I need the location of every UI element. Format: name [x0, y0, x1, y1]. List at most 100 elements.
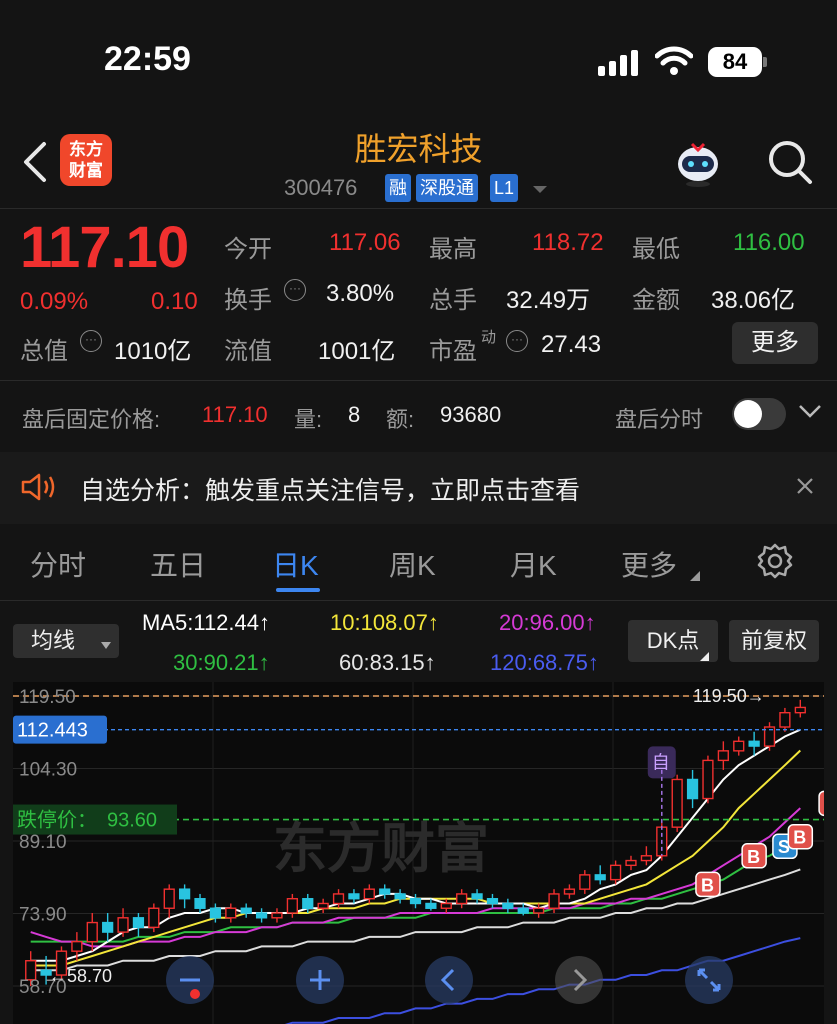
turnover-label: 换手	[224, 287, 272, 314]
float-label: 流值	[224, 338, 272, 365]
candle-body	[271, 912, 283, 919]
scroll-right-button[interactable]	[555, 956, 603, 1004]
candle-body	[348, 893, 360, 900]
settings-gear-icon[interactable]	[756, 542, 794, 585]
divider	[0, 208, 837, 209]
candle-body	[794, 706, 806, 714]
scroll-left-button[interactable]	[425, 956, 473, 1004]
candle-body	[548, 893, 560, 909]
tab-more[interactable]: 更多	[621, 544, 677, 584]
tab-intraday[interactable]: 分时	[30, 544, 86, 584]
turnover-value: 3.80%	[326, 280, 395, 307]
candle-body	[86, 921, 98, 943]
more-button[interactable]: 更多	[732, 322, 818, 364]
close-icon[interactable]	[795, 476, 815, 501]
candle-body	[779, 711, 791, 728]
float-value: 1001亿	[318, 338, 396, 365]
candle-body	[255, 912, 268, 919]
active-tab-indicator	[276, 588, 320, 592]
chevron-right-icon	[573, 968, 588, 992]
corner-caret-icon	[690, 568, 700, 586]
candle-body	[379, 888, 391, 895]
candle-body	[517, 907, 529, 914]
candle-body	[163, 888, 175, 909]
candle-body	[240, 907, 252, 914]
volume-value: 32.49万	[506, 287, 591, 314]
info-icon[interactable]: ···	[506, 330, 528, 352]
candle-body	[686, 778, 699, 800]
zoom-in-button[interactable]	[296, 956, 344, 1004]
limit-price-label: 跌停价：	[17, 809, 97, 832]
ma60-value: 60:83.15↑	[339, 650, 436, 675]
price-axis-label: 104.30	[19, 760, 77, 781]
candle-body	[71, 940, 83, 952]
volume-label: 总手	[429, 287, 477, 314]
candle-body	[579, 874, 591, 890]
tag-margin: 融	[385, 174, 411, 202]
candle-body	[717, 750, 729, 762]
candle-body	[394, 893, 406, 900]
candle-body	[702, 759, 714, 800]
price-axis-label: 89.10	[19, 832, 67, 853]
tab-monthly-k[interactable]: 月K	[510, 544, 557, 584]
change-percent: 0.09%	[20, 288, 89, 315]
current-price-tag: 112.443	[17, 720, 88, 742]
open-label: 今开	[224, 236, 272, 263]
candle-body	[625, 859, 637, 867]
candle-body	[132, 917, 145, 929]
red-dot	[190, 989, 200, 999]
price-axis-label: 73.90	[19, 905, 67, 926]
candle-body	[748, 740, 760, 747]
change-amount: 0.10	[151, 288, 198, 315]
battery-icon: 84	[708, 47, 762, 77]
buy-marker: B	[747, 847, 760, 867]
status-time: 22:59	[104, 40, 191, 78]
watermark: 东方财富	[273, 819, 489, 879]
stock-code: 300476	[284, 175, 358, 200]
info-icon[interactable]: ···	[284, 279, 306, 301]
after-hours-amount-label: 额:	[386, 407, 415, 432]
battery-tip	[763, 57, 767, 67]
ma-select-label: 均线	[31, 628, 76, 653]
divider	[0, 380, 837, 381]
limit-price-value: 93.60	[107, 810, 157, 832]
pe-label: 市盈	[429, 338, 477, 365]
after-hours-chart-label: 盘后分时	[615, 407, 704, 432]
candle-body	[594, 874, 606, 881]
adjust-button[interactable]: 前复权	[729, 620, 819, 662]
divider	[0, 600, 837, 601]
candle-body	[317, 902, 329, 909]
tab-five-day[interactable]: 五日	[150, 544, 206, 584]
chevron-left-icon	[440, 968, 455, 992]
candle-body	[286, 898, 298, 914]
toggle-knob	[734, 400, 762, 428]
caret-down-icon	[101, 637, 111, 655]
price-axis-label: 119.50	[19, 687, 76, 708]
candle-body	[409, 898, 422, 905]
notice-text: 自选分析：触发重点关注信号，立即点击查看	[80, 477, 581, 505]
candle-body	[148, 907, 160, 929]
candle-body	[194, 898, 206, 909]
robot-assistant-icon[interactable]	[672, 136, 724, 188]
tab-daily-k[interactable]: 日K	[272, 544, 319, 584]
mktcap-label: 总值	[20, 338, 68, 365]
open-value: 117.06	[329, 229, 401, 256]
ma20-value: 20:96.00↑	[499, 610, 596, 635]
high-marker: 119.50→	[693, 686, 765, 706]
amount-label: 金额	[632, 287, 680, 314]
chevron-down-icon[interactable]	[798, 404, 822, 425]
search-icon	[769, 141, 812, 184]
buy-marker: B	[701, 875, 714, 895]
search-button[interactable]	[766, 138, 814, 186]
fullscreen-button[interactable]	[685, 956, 733, 1004]
tab-weekly-k[interactable]: 周K	[389, 544, 436, 584]
candle-body	[425, 902, 437, 909]
candle-body	[102, 921, 114, 933]
candle-body	[117, 917, 129, 933]
caret-down-icon[interactable]	[532, 182, 548, 200]
info-icon[interactable]: ···	[80, 330, 102, 352]
candle-body	[640, 855, 653, 862]
candle-body	[332, 893, 345, 905]
candle-body	[456, 893, 468, 905]
low-marker: ←58.70	[49, 966, 112, 986]
